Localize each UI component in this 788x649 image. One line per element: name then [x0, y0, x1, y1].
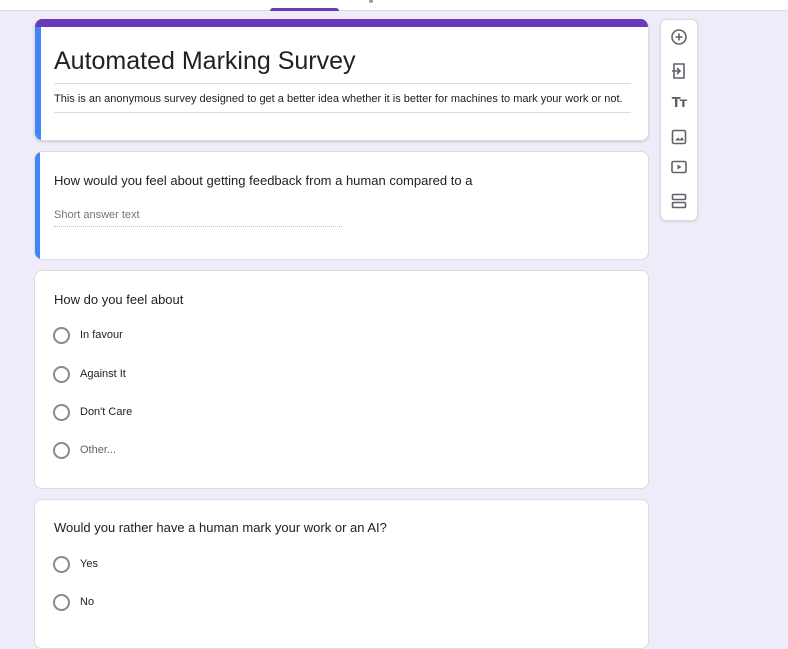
radio-option[interactable]: No	[53, 593, 94, 611]
form-description[interactable]: This is an anonymous survey designed to …	[54, 92, 631, 113]
add-title-button[interactable]: Tт	[670, 94, 688, 112]
active-card-accent	[35, 27, 41, 140]
add-section-icon	[671, 193, 687, 209]
option-label: Don't Care	[80, 406, 133, 418]
question-title[interactable]: Would you rather have a human mark your …	[54, 519, 387, 537]
radio-button[interactable]	[53, 593, 70, 611]
add-question-button[interactable]	[670, 28, 688, 46]
radio-option[interactable]: Yes	[53, 555, 98, 573]
add-section-button[interactable]	[670, 192, 688, 210]
question-title[interactable]: How would you feel about getting feedbac…	[54, 172, 472, 190]
radio-button[interactable]	[53, 403, 70, 421]
form-header-card[interactable]: Automated Marking Survey This is an anon…	[34, 19, 649, 141]
option-label-other: Other...	[80, 444, 117, 456]
question-card-1[interactable]: How would you feel about getting feedbac…	[34, 151, 649, 260]
top-tab-bar	[0, 0, 788, 11]
tab-label-fragment	[369, 0, 373, 3]
radio-button[interactable]	[53, 441, 70, 459]
import-questions-button[interactable]	[670, 62, 688, 80]
active-tab-indicator	[270, 8, 339, 11]
radio-option[interactable]: Don't Care	[53, 403, 132, 421]
add-title-icon: Tт	[671, 95, 687, 111]
radio-button[interactable]	[53, 326, 70, 344]
radio-option[interactable]: In favour	[53, 326, 123, 344]
radio-option[interactable]: Against It	[53, 365, 126, 383]
option-label: In favour	[80, 329, 123, 341]
radio-button[interactable]	[53, 365, 70, 383]
theme-color-bar	[35, 19, 648, 27]
question-card-3[interactable]: Would you rather have a human mark your …	[34, 499, 649, 649]
question-title[interactable]: How do you feel about	[54, 291, 183, 309]
question-card-2[interactable]: How do you feel about In favour Against …	[34, 270, 649, 489]
option-label: No	[80, 596, 95, 608]
add-image-icon	[671, 129, 687, 145]
import-questions-icon	[672, 63, 685, 79]
add-image-button[interactable]	[670, 128, 688, 146]
form-title[interactable]: Automated Marking Survey	[54, 45, 631, 84]
radio-button[interactable]	[53, 555, 70, 573]
option-label: Against It	[80, 368, 126, 380]
add-video-icon	[671, 160, 687, 174]
add-question-icon	[671, 29, 687, 45]
option-label: Yes	[80, 558, 98, 570]
floating-toolbar: Tт	[660, 19, 698, 221]
short-answer-field: Short answer text	[54, 209, 342, 227]
add-video-button[interactable]	[670, 158, 688, 176]
radio-option-other[interactable]: Other...	[53, 441, 116, 459]
